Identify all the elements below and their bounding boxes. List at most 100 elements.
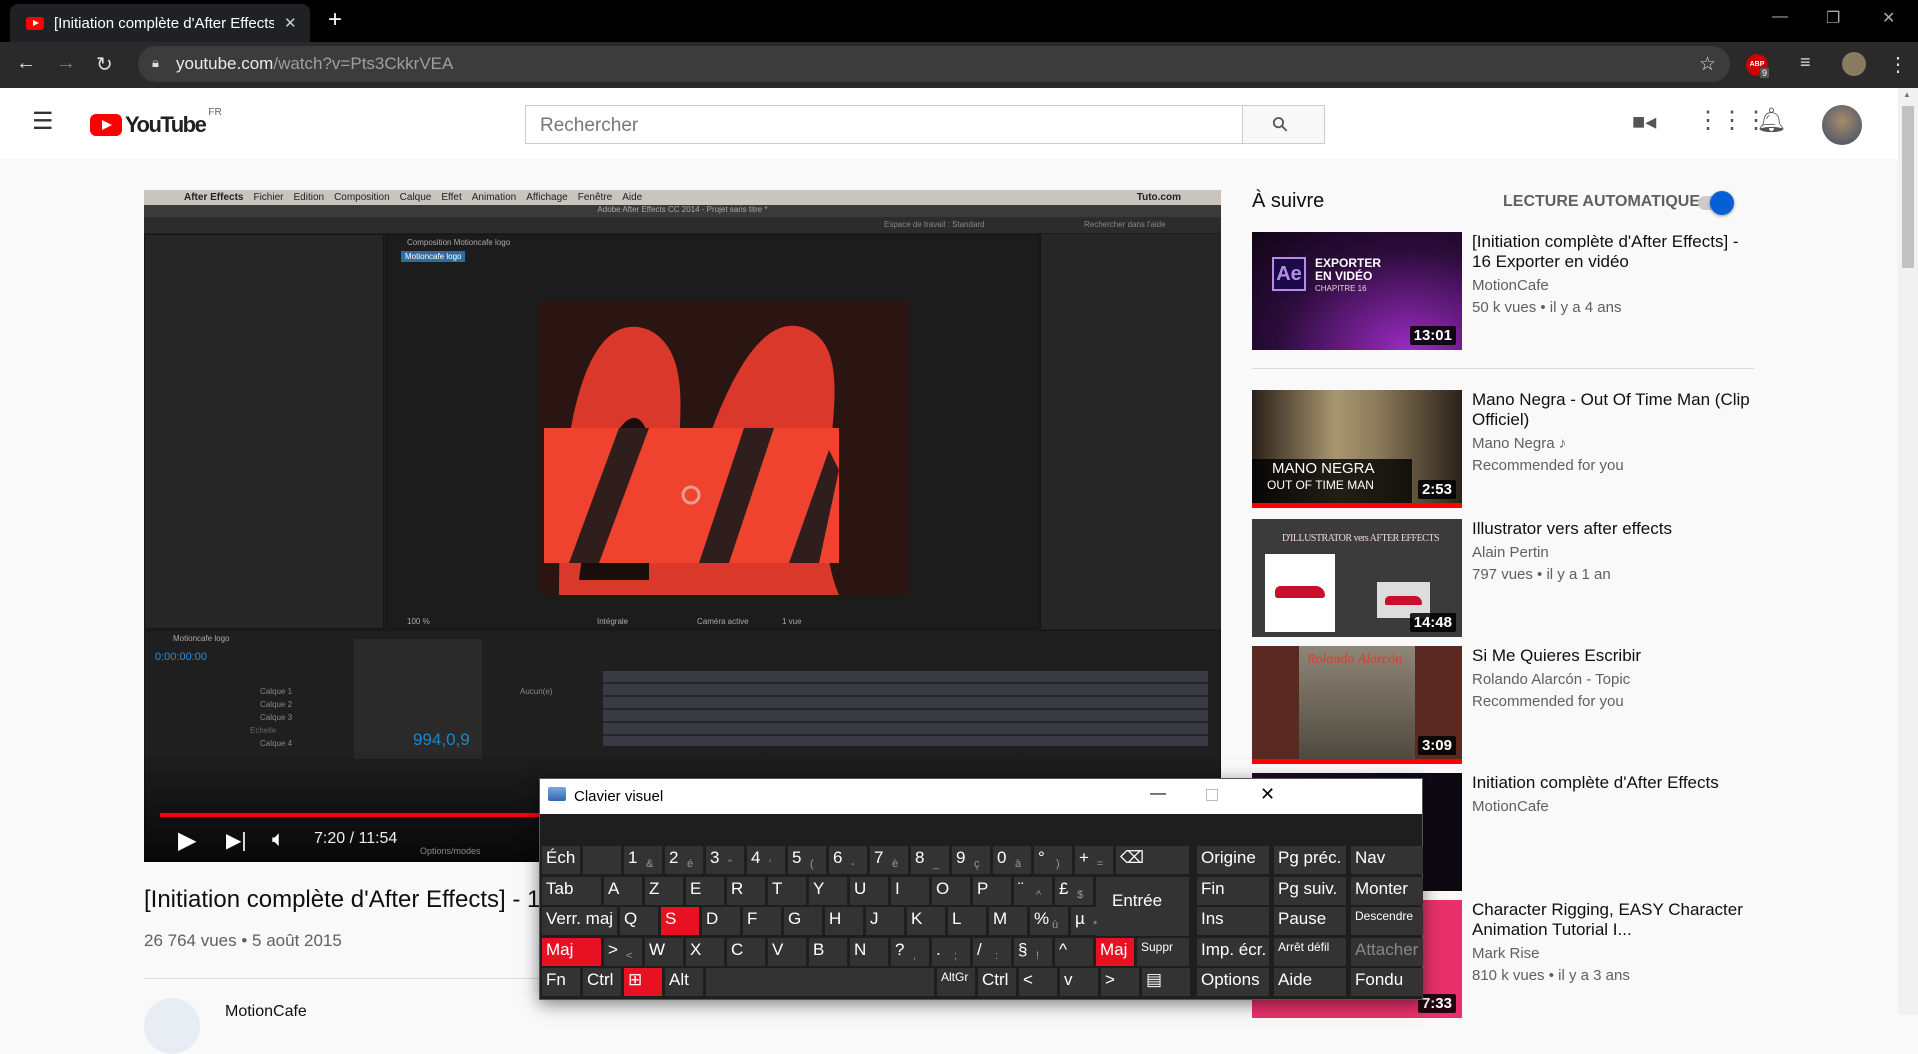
up-next-video[interactable]: Ae EXPORTER EN VIDÉO CHAPITRE 16 13:01 [… [1252,232,1772,352]
play-icon[interactable]: ▶ [178,826,196,855]
key-e[interactable]: E [686,876,724,905]
key-6[interactable]: 6- [829,846,867,874]
key-fondu[interactable]: Fondu [1351,968,1423,997]
video-title[interactable]: Mano Negra - Out Of Time Man (Clip Offic… [1472,390,1752,430]
video-thumbnail[interactable]: Ae EXPORTER EN VIDÉO CHAPITRE 16 13:01 [1252,232,1462,350]
key-pause[interactable]: Pause [1274,907,1346,936]
key-1[interactable]: 1 & [624,846,662,874]
close-keyboard-button[interactable]: ✕ [1260,784,1275,805]
key-g[interactable]: G [784,907,822,936]
back-icon[interactable]: ← [16,52,36,75]
key-imp-écr-[interactable]: Imp. écr. [1197,937,1269,966]
key-monter[interactable]: Monter [1351,876,1423,905]
key-3[interactable]: 3 " [706,846,744,874]
key-9[interactable]: 9ç [952,846,990,874]
autoplay-toggle[interactable] [1698,191,1734,215]
create-video-icon[interactable]: ■◂ [1632,109,1656,135]
up-next-video[interactable]: D'ILLUSTRATOR vers AFTER EFFECTS 14:48 I… [1252,519,1772,639]
video-title[interactable]: Character Rigging, EASY Character Animat… [1472,900,1752,940]
key--[interactable]: §! [1014,937,1052,966]
key-4[interactable]: 4 ' [747,846,785,874]
key-origine[interactable]: Origine [1197,846,1269,874]
video-title[interactable]: Si Me Quieres Escribir [1472,646,1752,666]
close-tab-icon[interactable]: ✕ [284,14,297,32]
key-tab[interactable]: Tab [542,876,601,905]
url-bar[interactable]: 🔒︎ youtube.com/watch?v=Pts3CkkrVEA ☆ [138,46,1730,82]
key-blank[interactable] [583,846,621,874]
key-space[interactable] [706,968,934,997]
key-entrée[interactable]: Entrée [1096,876,1189,936]
key-o[interactable]: O [932,876,970,905]
key-c[interactable]: C [727,937,765,966]
key-fin[interactable]: Fin [1197,876,1269,905]
key-alt[interactable]: Alt [665,968,703,997]
key--[interactable]: ^ [1055,937,1093,966]
volume-icon[interactable]: 🔈︎ [272,826,285,852]
key-éch[interactable]: Éch [542,846,580,874]
key-s[interactable]: S [661,907,699,936]
key-altgr[interactable]: AltGr [937,968,975,997]
key-m[interactable]: M [989,907,1027,936]
key-z[interactable]: Z [645,876,683,905]
browser-menu-icon[interactable]: ⋮ [1888,52,1908,77]
key-l[interactable]: L [948,907,986,936]
key-fn[interactable]: Fn [542,968,580,997]
key--[interactable]: ⌫ [1116,846,1189,874]
key-v[interactable]: V [768,937,806,966]
minimize-keyboard-button[interactable]: — [1150,785,1166,803]
key-t[interactable]: T [768,876,806,905]
video-player[interactable]: After Effects Fichier Edition Compositio… [144,190,1221,862]
key--[interactable]: .; [932,937,970,966]
key-i[interactable]: I [891,876,929,905]
key-j[interactable]: J [866,907,904,936]
key--[interactable]: ¨ ^ [1014,876,1052,905]
maximize-keyboard-button[interactable] [1206,789,1218,801]
key-w[interactable]: W [645,937,683,966]
next-video-icon[interactable]: ▶| [226,828,247,853]
video-title[interactable]: [Initiation complète d'After Effects] - … [1472,232,1752,272]
profile-avatar[interactable] [1842,52,1866,76]
key-h[interactable]: H [825,907,863,936]
key-8[interactable]: 8 _ [911,846,949,874]
key--[interactable]: £ $ [1055,876,1093,905]
key--[interactable]: < [1019,968,1057,997]
key-5[interactable]: 5( [788,846,826,874]
key--[interactable]: > [1101,968,1139,997]
key-p[interactable]: P [973,876,1011,905]
key-nav[interactable]: Nav [1351,846,1423,874]
hamburger-menu-icon[interactable]: ☰ [32,107,54,136]
key--[interactable]: + = [1075,846,1113,874]
key-v[interactable]: v [1060,968,1098,997]
video-title[interactable]: Initiation complète d'After Effects [1472,773,1752,793]
video-thumbnail[interactable]: D'ILLUSTRATOR vers AFTER EFFECTS 14:48 [1252,519,1462,637]
scrollbar-thumb[interactable] [1902,106,1914,268]
video-thumbnail[interactable]: MANO NEGRA OUT OF TIME MAN 2:53 [1252,390,1462,508]
key-0[interactable]: 0à [993,846,1031,874]
key-r[interactable]: R [727,876,765,905]
browser-tab[interactable]: [Initiation complète d'After Effects] - … [10,4,310,42]
key-f[interactable]: F [743,907,781,936]
search-button[interactable]: ⚲ [1243,105,1325,144]
key-ctrl[interactable]: Ctrl [583,968,621,997]
key--[interactable]: µ * [1071,907,1109,936]
key-descendre[interactable]: Descendre [1351,907,1423,936]
forward-icon[interactable]: → [56,52,76,75]
key-attacher[interactable]: Attacher [1351,937,1423,966]
video-thumbnail[interactable]: Rolando Alarcón 3:09 [1252,646,1462,764]
up-next-video[interactable]: Rolando Alarcón 3:09 Si Me Quieres Escri… [1252,646,1772,766]
key-ctrl[interactable]: Ctrl [978,968,1016,997]
reload-icon[interactable]: ↻ [96,52,113,77]
media-queue-icon[interactable]: ≡ [1800,52,1811,73]
key-q[interactable]: Q [620,907,658,936]
key-d[interactable]: D [702,907,740,936]
user-avatar[interactable] [1822,105,1862,145]
key-k[interactable]: K [907,907,945,936]
key-arr-t-défil[interactable]: Arrêt défil [1274,937,1346,966]
key--[interactable]: ⊞ [624,968,662,997]
key--[interactable]: °) [1034,846,1072,874]
key-n[interactable]: N [850,937,888,966]
key-7[interactable]: 7è [870,846,908,874]
key-b[interactable]: B [809,937,847,966]
keyboard-title-bar[interactable]: Clavier visuel — ✕ [540,779,1422,814]
key-y[interactable]: Y [809,876,847,905]
